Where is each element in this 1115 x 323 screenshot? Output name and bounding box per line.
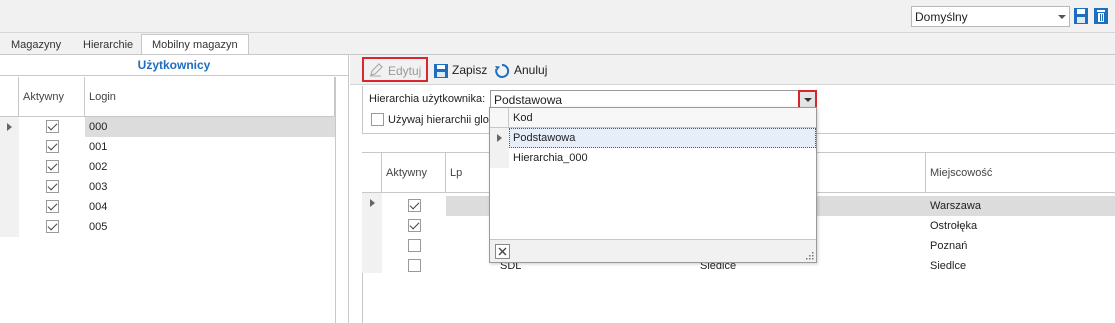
chevron-down-icon	[804, 98, 812, 102]
save-button[interactable]: Zapisz	[433, 60, 491, 81]
resize-grip-icon[interactable]	[806, 252, 814, 260]
active-checkbox[interactable]	[46, 200, 59, 213]
table-row[interactable]: 004	[19, 197, 335, 217]
city-cell: Ostrołęka	[930, 220, 978, 232]
details-panel: Edytuj Zapisz Anuluj Hierarchia użytkown…	[350, 55, 1115, 323]
dropdown-item[interactable]: Hierarchia_000	[509, 148, 816, 168]
dropdown-footer	[490, 239, 816, 262]
active-checkbox[interactable]	[46, 140, 59, 153]
layout-select[interactable]: Domyślny	[911, 6, 1070, 27]
active-checkbox[interactable]	[408, 259, 421, 272]
undo-icon	[495, 63, 510, 78]
login-cell: 002	[89, 161, 108, 173]
city-cell: Warszawa	[930, 200, 981, 212]
chevron-down-icon[interactable]	[1055, 7, 1069, 26]
table-row[interactable]: 005	[19, 217, 335, 237]
save-layout-button[interactable]	[1073, 7, 1089, 25]
table-row[interactable]: 000	[19, 117, 335, 137]
hierarchy-dropdown-list: Kod Podstawowa Hierarchia_000	[489, 107, 817, 263]
trash-icon	[1094, 8, 1108, 24]
save-icon	[1074, 8, 1088, 24]
active-checkbox[interactable]	[46, 160, 59, 173]
active-checkbox[interactable]	[46, 120, 59, 133]
row-indicator-column	[362, 193, 382, 273]
active-checkbox[interactable]	[46, 220, 59, 233]
tab-magazyny[interactable]: Magazyny	[0, 34, 72, 55]
hierarchy-label: Hierarchia użytkownika:	[369, 93, 486, 105]
table-row[interactable]: 003	[19, 177, 335, 197]
column-header-active[interactable]: Aktywny	[19, 77, 85, 116]
edit-toolbar: Edytuj Zapisz Anuluj	[350, 55, 1115, 85]
hierarchy-select-value: Podstawowa	[494, 93, 563, 107]
active-checkbox[interactable]	[408, 239, 421, 252]
login-cell: 000	[89, 121, 108, 133]
row-indicator-column	[0, 117, 19, 237]
edit-button[interactable]: Edytuj	[362, 57, 428, 82]
table-row[interactable]: 001	[19, 137, 335, 157]
users-panel: Użytkownicy Aktywny Login 000 001 002 00…	[0, 55, 349, 323]
city-cell: Poznań	[930, 240, 968, 252]
users-panel-title: Użytkownicy	[0, 55, 348, 76]
column-header-city[interactable]: Miejscowość	[926, 153, 1115, 192]
active-checkbox[interactable]	[408, 219, 421, 232]
active-checkbox[interactable]	[46, 180, 59, 193]
login-cell: 003	[89, 181, 108, 193]
table-row[interactable]: 002	[19, 157, 335, 177]
save-icon	[434, 64, 448, 78]
dropdown-column-header: Kod	[513, 112, 533, 124]
dropdown-header: Kod	[490, 108, 816, 128]
top-toolbar: Domyślny	[0, 0, 1115, 33]
city-cell: Siedlce	[930, 260, 967, 272]
delete-layout-button[interactable]	[1093, 7, 1109, 25]
current-row-icon	[370, 199, 375, 207]
tab-hierarchie[interactable]: Hierarchie	[72, 34, 144, 55]
column-header-login[interactable]: Login	[85, 77, 335, 116]
layout-select-value: Domyślny	[915, 10, 968, 24]
users-grid-scroll-area	[335, 77, 348, 323]
use-global-hierarchy-checkbox[interactable]	[371, 113, 384, 126]
login-cell: 001	[89, 141, 108, 153]
clear-button[interactable]	[495, 244, 510, 259]
active-checkbox[interactable]	[408, 199, 421, 212]
users-grid-header: Aktywny Login	[0, 77, 348, 117]
current-row-icon	[497, 134, 502, 142]
pencil-icon	[370, 63, 383, 77]
current-row-icon	[7, 123, 12, 131]
cancel-button[interactable]: Anuluj	[494, 60, 554, 81]
close-icon	[498, 247, 507, 256]
column-header-active[interactable]: Aktywny	[382, 153, 446, 192]
dropdown-item[interactable]: Podstawowa	[509, 128, 816, 148]
login-cell: 005	[89, 221, 108, 233]
use-global-hierarchy-label: Używaj hierarchii glob	[388, 114, 495, 126]
tab-mobilny-magazyn[interactable]: Mobilny magazyn	[141, 34, 249, 55]
tab-bar: Magazyny Hierarchie Mobilny magazyn	[0, 33, 1115, 55]
login-cell: 004	[89, 201, 108, 213]
